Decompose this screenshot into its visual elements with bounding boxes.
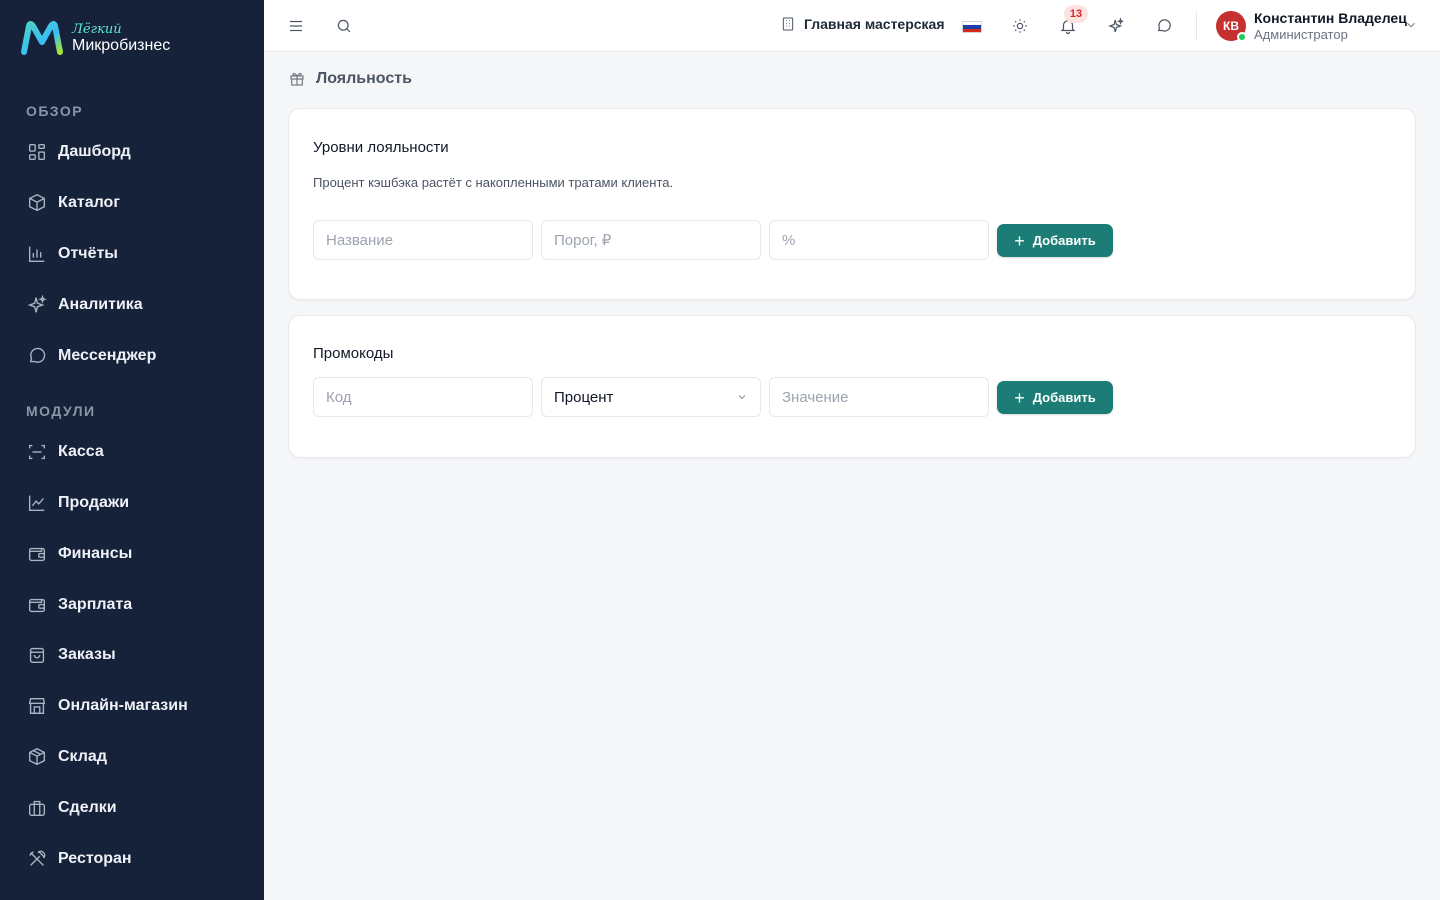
sidebar-item-label: Аналитика xyxy=(58,296,143,313)
user-role: Администратор xyxy=(1254,26,1348,42)
promo-type-select[interactable]: Процент xyxy=(541,377,761,417)
sidebar-item-label: Касса xyxy=(58,443,104,460)
promo-codes-card: Промокоды Процент + Добавить xyxy=(288,315,1416,458)
sidebar-item-sales[interactable]: Продажи xyxy=(26,485,246,521)
promo-codes-title: Промокоды xyxy=(313,345,394,362)
sidebar-item-salary[interactable]: Зарплата xyxy=(26,587,246,623)
line-chart-icon xyxy=(28,495,45,512)
menu-toggle-button[interactable] xyxy=(284,14,308,38)
sidebar-item-analytics[interactable]: Аналитика xyxy=(26,287,246,323)
chat-icon xyxy=(29,347,46,363)
sidebar: Лёгкий Микробизнес ОБЗОР Дашборд Каталог… xyxy=(0,0,264,900)
scan-icon xyxy=(28,444,46,460)
search-icon xyxy=(337,19,351,33)
wallet-icon xyxy=(28,598,46,613)
loyalty-levels-subtitle: Процент кэшбэка растёт с накопленными тр… xyxy=(313,175,674,190)
sidebar-item-label: Отчёты xyxy=(58,245,118,262)
sidebar-item-dashboard[interactable]: Дашборд xyxy=(26,134,246,170)
sidebar-item-label: Склад xyxy=(58,748,107,765)
plus-icon: + xyxy=(1014,230,1025,251)
user-name: Константин Владелец xyxy=(1254,10,1407,26)
add-level-button-label: Добавить xyxy=(1032,233,1096,248)
sidebar-item-label: Продажи xyxy=(58,494,130,511)
sidebar-item-online-store[interactable]: Онлайн-магазин xyxy=(26,688,246,724)
promo-type-value: Процент xyxy=(554,388,614,406)
avatar: КВ xyxy=(1216,11,1247,43)
sidebar-item-restaurant[interactable]: Ресторан xyxy=(26,841,246,877)
section-label-modules: МОДУЛИ xyxy=(26,403,96,419)
promo-value-input[interactable] xyxy=(769,377,989,417)
section-label-overview: ОБЗОР xyxy=(26,103,84,119)
add-level-button[interactable]: + Добавить xyxy=(997,224,1113,257)
chat-icon xyxy=(1157,19,1171,32)
add-promo-button[interactable]: + Добавить xyxy=(997,381,1113,414)
messages-button[interactable] xyxy=(1152,14,1176,38)
sidebar-item-label: Сделки xyxy=(58,799,117,816)
brand-name: Микробизнес xyxy=(72,36,171,54)
sidebar-item-label: Онлайн-магазин xyxy=(58,697,188,714)
sidebar-item-label: Финансы xyxy=(58,545,133,562)
menu-icon xyxy=(290,20,302,32)
avatar-initials: КВ xyxy=(1223,19,1239,34)
utensils-icon xyxy=(29,850,46,866)
online-status-dot xyxy=(1237,32,1247,43)
plus-icon: + xyxy=(1014,387,1025,408)
sidebar-item-label: Дашборд xyxy=(58,143,131,160)
level-threshold-input[interactable] xyxy=(541,220,761,260)
sidebar-item-label: Заказы xyxy=(58,646,116,663)
workshop-name: Главная мастерская xyxy=(804,16,945,32)
grid-icon xyxy=(28,143,46,161)
loyalty-levels-title: Уровни лояльности xyxy=(313,139,449,156)
page-header: Лояльность xyxy=(288,70,412,88)
sparkle-icon xyxy=(27,294,47,313)
user-menu[interactable]: КВ Константин Владелец Администратор xyxy=(1216,10,1407,43)
brand[interactable]: Лёгкий Микробизнес xyxy=(20,20,170,56)
sidebar-item-orders[interactable]: Заказы xyxy=(26,637,246,673)
sidebar-item-finance[interactable]: Финансы xyxy=(26,536,246,572)
briefcase-icon xyxy=(28,800,46,817)
wallet-icon xyxy=(28,547,46,562)
add-promo-button-label: Добавить xyxy=(1032,390,1096,405)
topbar: Главная мастерская 13 КВ Константин Влад… xyxy=(264,0,1440,52)
bag-icon xyxy=(29,647,45,664)
search-button[interactable] xyxy=(332,14,356,38)
package-icon xyxy=(28,747,46,766)
topbar-divider xyxy=(1196,12,1197,40)
level-percent-input[interactable] xyxy=(769,220,989,260)
sidebar-item-deals[interactable]: Сделки xyxy=(26,790,246,826)
workshop-selector[interactable]: Главная мастерская xyxy=(780,16,945,32)
building-icon xyxy=(782,17,794,31)
sun-icon xyxy=(1013,19,1027,33)
loyalty-levels-card: Уровни лояльности Процент кэшбэка растёт… xyxy=(288,108,1416,300)
sidebar-item-messenger[interactable]: Мессенджер xyxy=(26,338,246,374)
box-tag-icon xyxy=(28,193,46,212)
sidebar-item-warehouse[interactable]: Склад xyxy=(26,739,246,775)
ai-assistant-button[interactable] xyxy=(1104,14,1128,38)
chevron-down-icon xyxy=(1407,22,1415,28)
language-flag-ru[interactable] xyxy=(962,21,982,33)
sidebar-item-label: Ресторан xyxy=(58,850,132,867)
chevron-down-icon xyxy=(738,395,746,400)
promo-code-input[interactable] xyxy=(313,377,533,417)
sidebar-item-label: Мессенджер xyxy=(58,347,157,364)
sparkle-icon xyxy=(1108,17,1125,33)
sidebar-item-catalog[interactable]: Каталог xyxy=(26,185,246,221)
sidebar-item-label: Каталог xyxy=(58,194,120,211)
bar-chart-icon xyxy=(28,246,45,263)
level-name-input[interactable] xyxy=(313,220,533,260)
sidebar-item-label: Зарплата xyxy=(58,596,133,613)
gift-icon xyxy=(290,72,304,86)
page-title: Лояльность xyxy=(316,70,412,87)
sidebar-item-cash[interactable]: Касса xyxy=(26,434,246,470)
notifications-badge: 13 xyxy=(1064,5,1088,23)
brand-logo-icon xyxy=(21,21,63,55)
brand-tagline: Лёгкий xyxy=(72,21,122,37)
user-menu-chevron[interactable] xyxy=(1404,18,1418,37)
sidebar-item-reports[interactable]: Отчёты xyxy=(26,236,246,272)
theme-toggle-button[interactable] xyxy=(1008,14,1032,38)
store-icon xyxy=(28,697,46,715)
